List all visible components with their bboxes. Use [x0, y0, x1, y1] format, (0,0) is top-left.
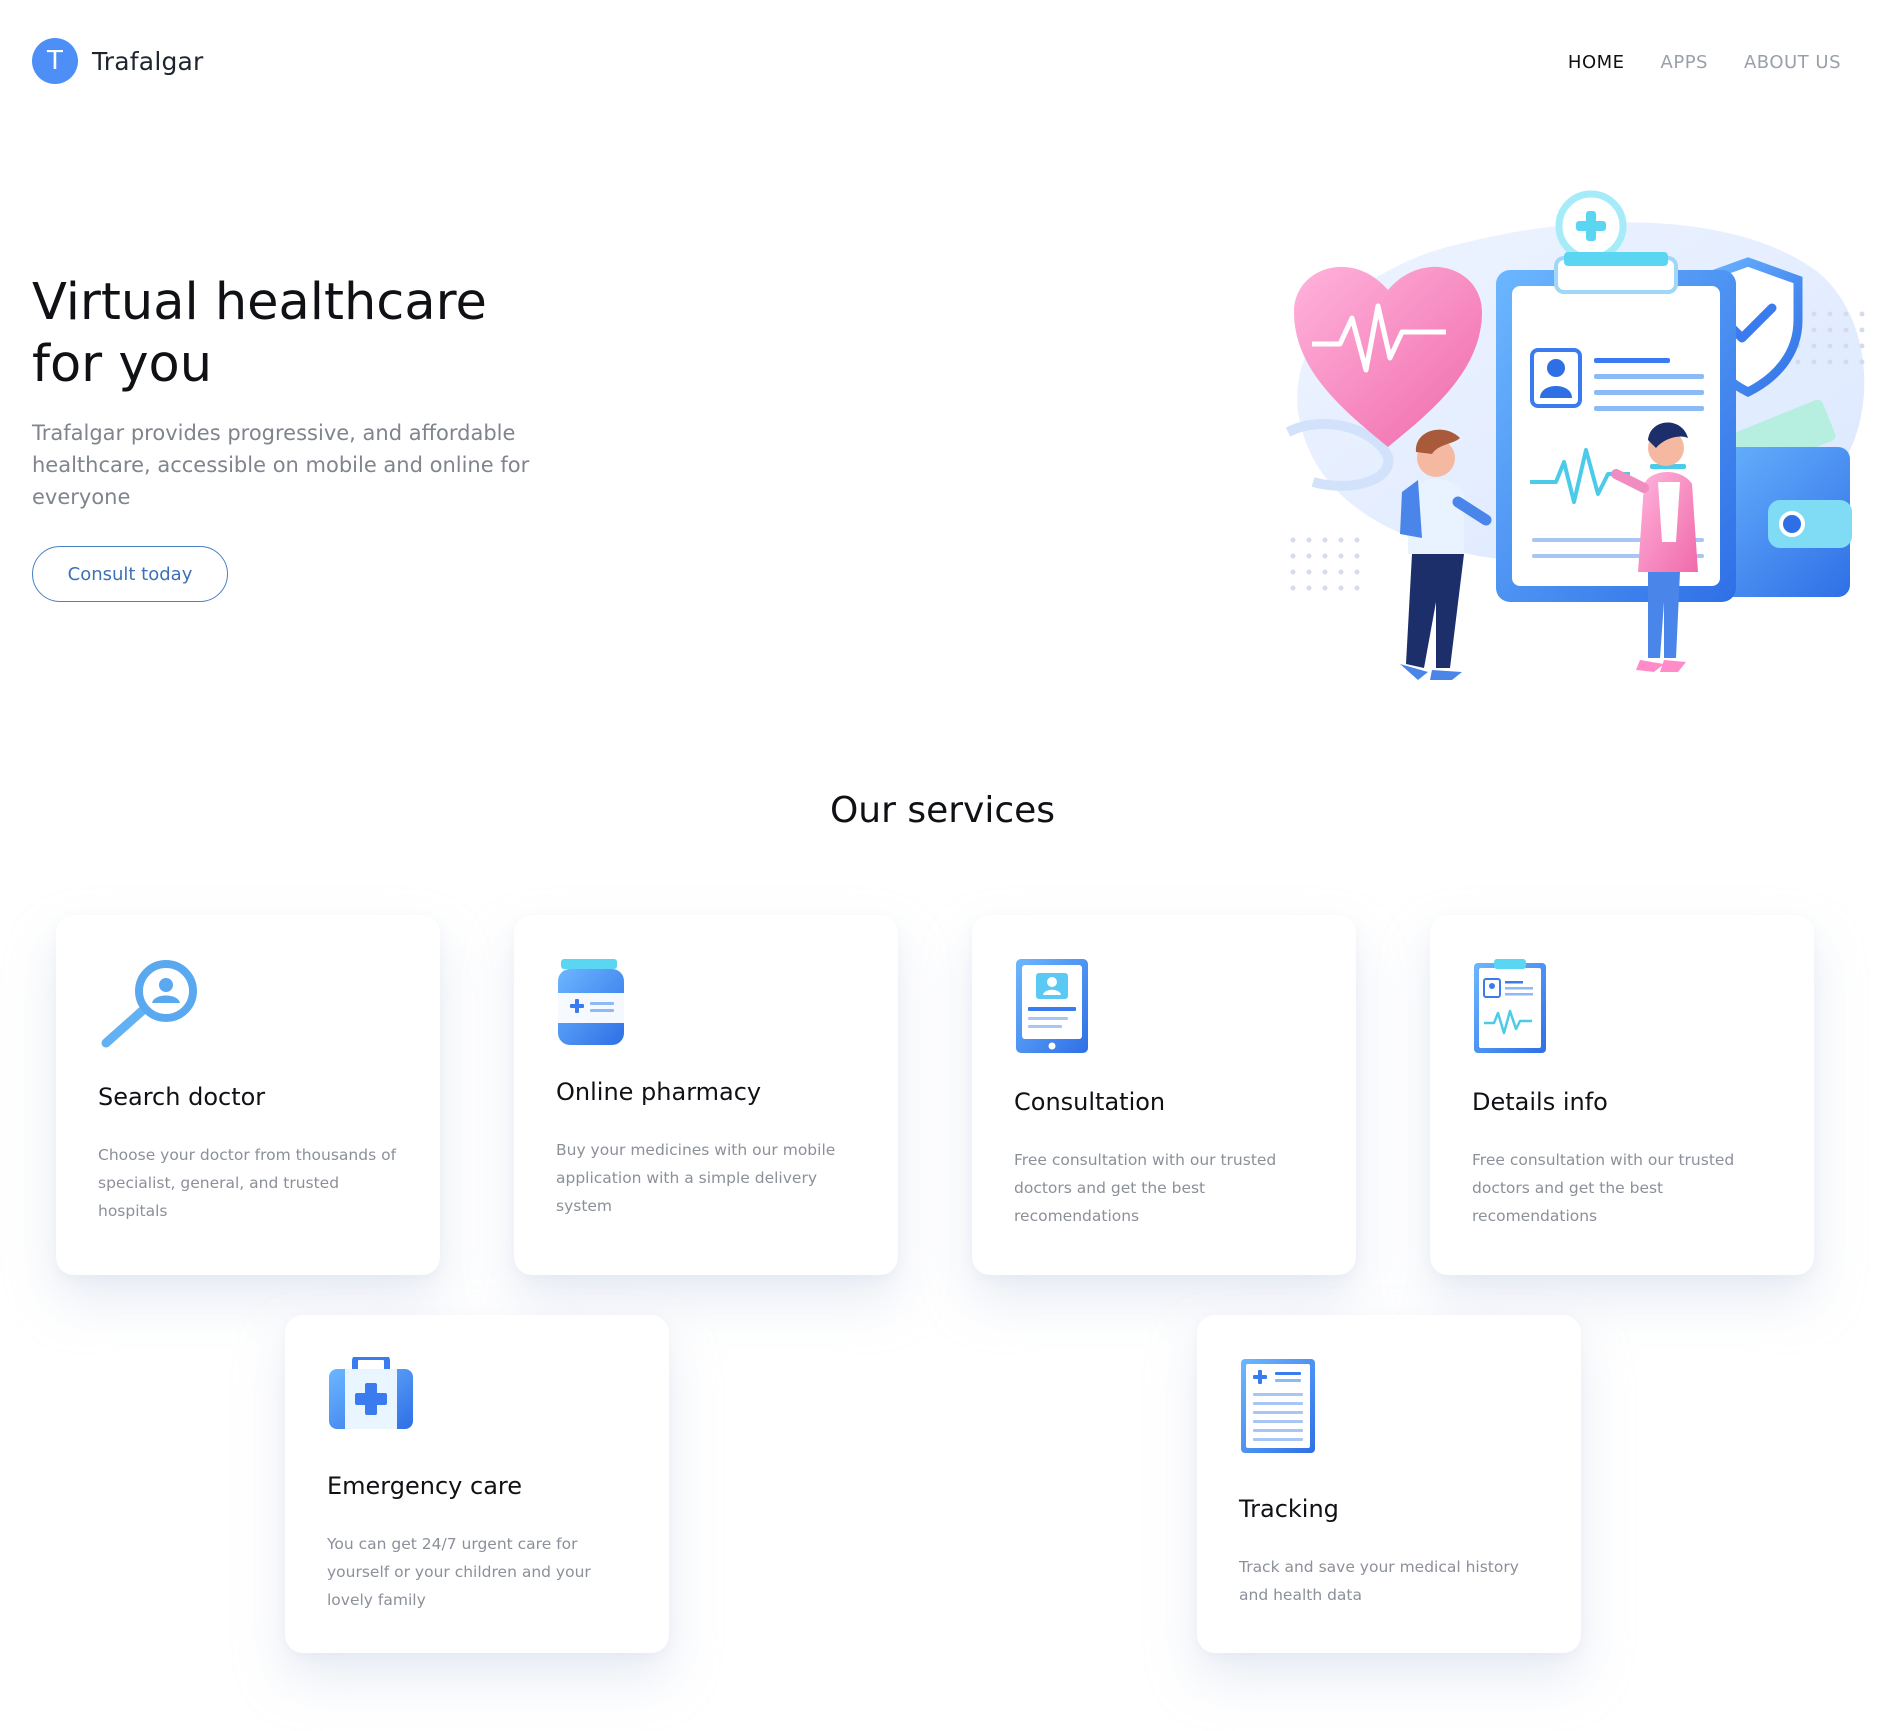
medical-document-icon — [1241, 1359, 1315, 1453]
service-card-details-info[interactable]: Details info Free consultation with our … — [1430, 915, 1814, 1275]
brand-logo[interactable]: T Trafalgar — [32, 38, 204, 84]
service-title: Details info — [1472, 1088, 1608, 1116]
nav-about-us[interactable]: ABOUT US — [1744, 52, 1841, 73]
service-description: Track and save your medical history and … — [1239, 1558, 1519, 1604]
main-nav: HOME APPS ABOUT US — [1568, 52, 1841, 73]
service-description: Free consultation with our trusted docto… — [1014, 1151, 1277, 1225]
hero-description: Trafalgar provides progressive, and affo… — [32, 421, 530, 509]
service-title: Emergency care — [327, 1472, 522, 1500]
nav-home[interactable]: HOME — [1568, 52, 1625, 73]
service-title: Online pharmacy — [556, 1078, 762, 1106]
medicine-bottle-icon — [558, 959, 624, 1045]
services-title: Our services — [829, 790, 1056, 831]
service-card-consultation[interactable]: Consultation Free consultation with our … — [972, 915, 1356, 1275]
service-description: Choose your doctor from thousands of spe… — [98, 1146, 397, 1220]
first-aid-kit-icon — [329, 1357, 413, 1429]
service-card-tracking[interactable]: Tracking Track and save your medical his… — [1197, 1315, 1581, 1653]
hero-title-line-2: for you — [32, 335, 213, 394]
service-description: You can get 24/7 urgent care for yoursel… — [327, 1535, 591, 1609]
service-title: Tracking — [1239, 1495, 1339, 1523]
nav-apps[interactable]: APPS — [1661, 52, 1708, 73]
service-title: Search doctor — [98, 1083, 266, 1111]
service-title: Consultation — [1014, 1088, 1166, 1116]
hero-title-line-1: Virtual healthcare — [32, 273, 487, 332]
service-description: Buy your medicines with our mobile appli… — [556, 1141, 836, 1215]
service-description: Free consultation with our trusted docto… — [1472, 1151, 1735, 1225]
consult-today-button[interactable]: Consult today — [32, 546, 228, 602]
tablet-profile-icon — [1016, 959, 1088, 1053]
magnifier-doctor-icon — [101, 960, 197, 1048]
service-card-emergency-care[interactable]: Emergency care You can get 24/7 urgent c… — [285, 1315, 669, 1653]
healthcare-illustration — [1285, 190, 1865, 680]
service-card-search-doctor[interactable]: Search doctor Choose your doctor from th… — [56, 915, 440, 1275]
service-card-online-pharmacy[interactable]: Online pharmacy Buy your medicines with … — [514, 915, 898, 1275]
hero-title: Virtual healthcare for you — [32, 272, 652, 396]
clipboard-info-icon — [1474, 959, 1546, 1053]
logo-mark-icon: T — [32, 38, 78, 84]
brand-name: Trafalgar — [92, 46, 204, 76]
